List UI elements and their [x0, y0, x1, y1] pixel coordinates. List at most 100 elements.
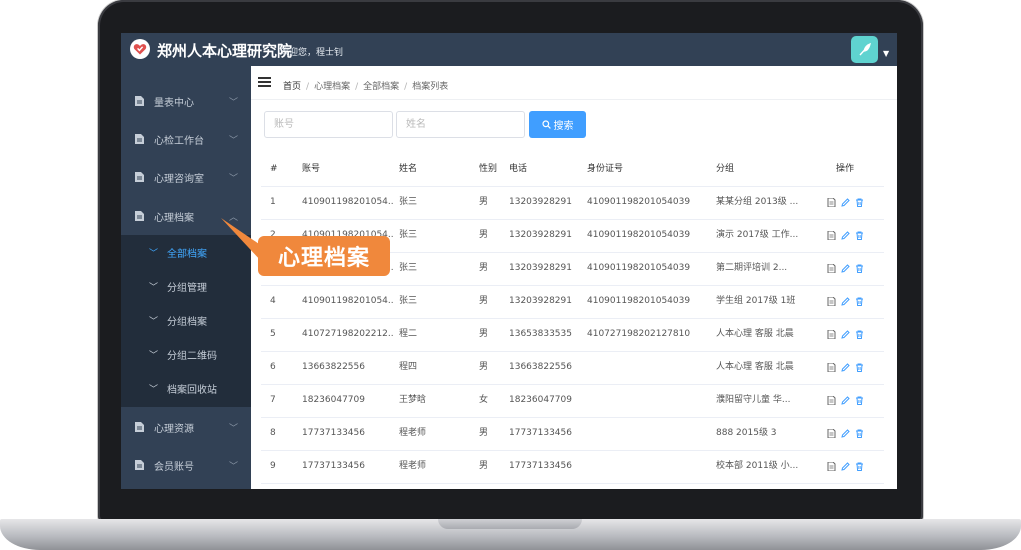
delete-icon[interactable]	[855, 264, 864, 273]
chevron-down-icon: ﹀	[149, 248, 159, 259]
view-document-icon[interactable]	[827, 297, 836, 306]
chevron-down-icon: ﹀	[229, 173, 239, 184]
view-document-icon[interactable]	[827, 198, 836, 207]
account-search-input[interactable]	[264, 111, 393, 138]
delete-icon[interactable]	[855, 297, 864, 306]
breadcrumb-all-records[interactable]: 全部档案	[363, 82, 399, 92]
chevron-down-icon: ﹀	[229, 135, 239, 146]
edit-icon[interactable]	[841, 297, 850, 306]
sidebar-item-psych-records[interactable]: 心理档案 ︿	[121, 197, 251, 235]
column-header: 账号	[302, 164, 321, 174]
delete-icon[interactable]	[855, 231, 864, 240]
sidebar-subitem-records-recycle-bin[interactable]: ﹀ 档案回收站	[121, 371, 251, 405]
sidebar-subitem-group-records[interactable]: ﹀ 分组档案	[121, 303, 251, 337]
edit-icon[interactable]	[841, 330, 850, 339]
edit-icon[interactable]	[841, 396, 850, 405]
column-header: 性别	[479, 164, 498, 174]
welcome-text: 欢迎您，程士钊	[280, 48, 344, 58]
user-menu-caret-icon[interactable]: ▼	[883, 49, 889, 58]
callout-label: 心理档案	[258, 236, 390, 276]
view-document-icon[interactable]	[827, 396, 836, 405]
chevron-down-icon: ﹀	[229, 97, 239, 108]
sidebar-item-test-workbench[interactable]: 心检工作台 ﹀	[121, 120, 251, 158]
view-document-icon[interactable]	[827, 330, 836, 339]
view-document-icon[interactable]	[827, 264, 836, 273]
sidebar-item-scale-center[interactable]: 量表中心 ﹀	[121, 82, 251, 120]
breadcrumb-record-list: 档案列表	[412, 82, 449, 92]
sidebar-subitem-label: 分组管理	[167, 282, 207, 294]
delete-icon[interactable]	[855, 462, 864, 471]
sidebar-item-counseling-room[interactable]: 心理咨询室 ﹀	[121, 158, 251, 196]
user-avatar[interactable]	[851, 36, 878, 63]
phone-cell: 13203928291	[509, 263, 572, 273]
group-cell: 演示 2017级 工作...	[716, 230, 799, 240]
edit-icon[interactable]	[841, 429, 850, 438]
group-cell: 濮阳留守儿童 华...	[716, 395, 791, 405]
phone-cell: 17737133456	[509, 461, 572, 471]
actions-cell	[827, 219, 877, 252]
document-icon	[135, 211, 144, 221]
top-bar: 郑州人本心理研究院 欢迎您，程士钊 ▼	[121, 33, 897, 66]
sidebar-subitem-group-management[interactable]: ﹀ 分组管理	[121, 269, 251, 303]
column-header: 操作	[836, 164, 855, 174]
delete-icon[interactable]	[855, 330, 864, 339]
table-header: # 账号 姓名 性别 电话 身份证号 分组 操作	[261, 153, 884, 187]
table-row: 7 18236047709 王梦晗 女 18236047709 濮阳留守儿童 华...	[261, 384, 884, 418]
chevron-down-icon: ﹀	[229, 461, 239, 472]
search-button[interactable]: 搜索	[529, 111, 586, 138]
gender-cell: 男	[479, 296, 489, 306]
view-document-icon[interactable]	[827, 363, 836, 372]
account-cell: 410901198201054...	[302, 296, 394, 306]
breadcrumb-psych-records[interactable]: 心理档案	[314, 82, 350, 92]
edit-icon[interactable]	[841, 462, 850, 471]
sidebar-item-label: 心理档案	[154, 212, 194, 224]
sidebar-item-label: 会员账号	[154, 461, 194, 473]
name-cell: 程四	[399, 362, 418, 372]
sidebar-subitem-label: 分组二维码	[167, 350, 217, 362]
document-icon	[135, 460, 144, 470]
gender-cell: 男	[479, 230, 489, 240]
feather-icon	[858, 42, 871, 55]
sidebar-item-psych-resources[interactable]: 心理资源 ﹀	[121, 408, 251, 446]
view-document-icon[interactable]	[827, 429, 836, 438]
edit-icon[interactable]	[841, 363, 850, 372]
gender-cell: 男	[479, 329, 489, 339]
chevron-down-icon: ﹀	[149, 384, 159, 395]
id-number-cell: 410727198202127810	[587, 329, 691, 339]
view-document-icon[interactable]	[827, 231, 836, 240]
view-document-icon[interactable]	[827, 462, 836, 471]
delete-icon[interactable]	[855, 198, 864, 207]
sidebar-subitem-group-qrcode[interactable]: ﹀ 分组二维码	[121, 337, 251, 371]
name-search-input[interactable]	[396, 111, 525, 138]
submenu-psych-records: ﹀ 全部档案 ﹀ 分组管理 ﹀ 分组档案 ﹀ 分组二维码 ﹀ 档案回收站	[121, 235, 251, 407]
edit-icon[interactable]	[841, 198, 850, 207]
phone-cell: 13663822556	[509, 362, 572, 372]
id-number-cell: 410901198201054039	[587, 263, 691, 273]
column-header: 身份证号	[587, 164, 624, 174]
edit-icon[interactable]	[841, 231, 850, 240]
chevron-down-icon: ﹀	[149, 282, 159, 293]
gender-cell: 男	[479, 461, 489, 471]
actions-cell	[827, 450, 877, 483]
delete-icon[interactable]	[855, 396, 864, 405]
id-number-cell	[587, 450, 711, 483]
group-cell: 某某分组 2013级 ...	[716, 197, 799, 207]
breadcrumb-home[interactable]: 首页	[283, 82, 301, 92]
chevron-down-icon: ﹀	[229, 423, 239, 434]
heart-logo-icon	[130, 39, 150, 59]
id-number-cell	[587, 417, 711, 450]
sidebar-subitem-all-records[interactable]: ﹀ 全部档案	[121, 235, 251, 269]
actions-cell	[827, 417, 877, 450]
delete-icon[interactable]	[855, 363, 864, 372]
table-row: 1 410901198201054... 张三 男 13203928291 4109011…	[261, 186, 884, 220]
delete-icon[interactable]	[855, 429, 864, 438]
group-cell: 人本心理 客服 北晨	[716, 329, 794, 339]
table-row: 9 17737133456 程老师 男 17737133456 校本部 2011级 小..…	[261, 450, 884, 484]
name-cell: 程二	[399, 329, 418, 339]
hamburger-menu-icon[interactable]	[258, 77, 271, 87]
phone-cell: 13203928291	[509, 197, 572, 207]
gender-cell: 男	[479, 263, 489, 273]
chevron-down-icon: ﹀	[149, 350, 159, 361]
edit-icon[interactable]	[841, 264, 850, 273]
sidebar-item-member-accounts[interactable]: 会员账号 ﹀	[121, 446, 251, 484]
